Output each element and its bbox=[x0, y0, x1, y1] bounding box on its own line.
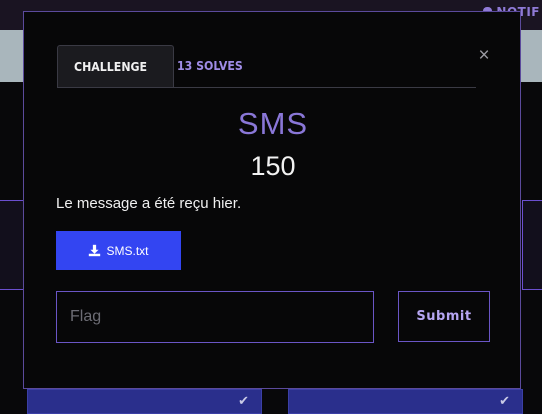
background-solved-card[interactable]: ✔ bbox=[27, 389, 262, 414]
download-icon bbox=[89, 244, 101, 257]
tab-solves[interactable]: 13 SOLVES bbox=[177, 45, 243, 87]
background-challenge-card[interactable] bbox=[522, 200, 542, 290]
file-name: SMS.txt bbox=[106, 243, 149, 258]
challenge-modal: CHALLENGE 13 SOLVES × SMS 150 Le message… bbox=[23, 11, 521, 389]
modal-tabs: CHALLENGE 13 SOLVES bbox=[57, 45, 476, 88]
flag-input[interactable] bbox=[56, 291, 374, 343]
check-icon: ✔ bbox=[238, 393, 249, 408]
close-button[interactable]: × bbox=[476, 46, 492, 65]
challenge-points: 150 bbox=[250, 151, 296, 181]
challenge-description: Le message a été reçu hier. bbox=[56, 195, 242, 212]
background-solved-card[interactable]: ✔ bbox=[288, 389, 523, 414]
submit-button[interactable]: Submit bbox=[398, 291, 490, 342]
challenge-title: SMS bbox=[237, 106, 309, 141]
tab-challenge-label: CHALLENGE bbox=[74, 59, 148, 74]
check-icon: ✔ bbox=[499, 393, 510, 408]
tab-challenge[interactable]: CHALLENGE bbox=[57, 45, 174, 87]
background-challenge-card[interactable] bbox=[0, 200, 25, 290]
file-download-button[interactable]: SMS.txt bbox=[56, 231, 181, 270]
